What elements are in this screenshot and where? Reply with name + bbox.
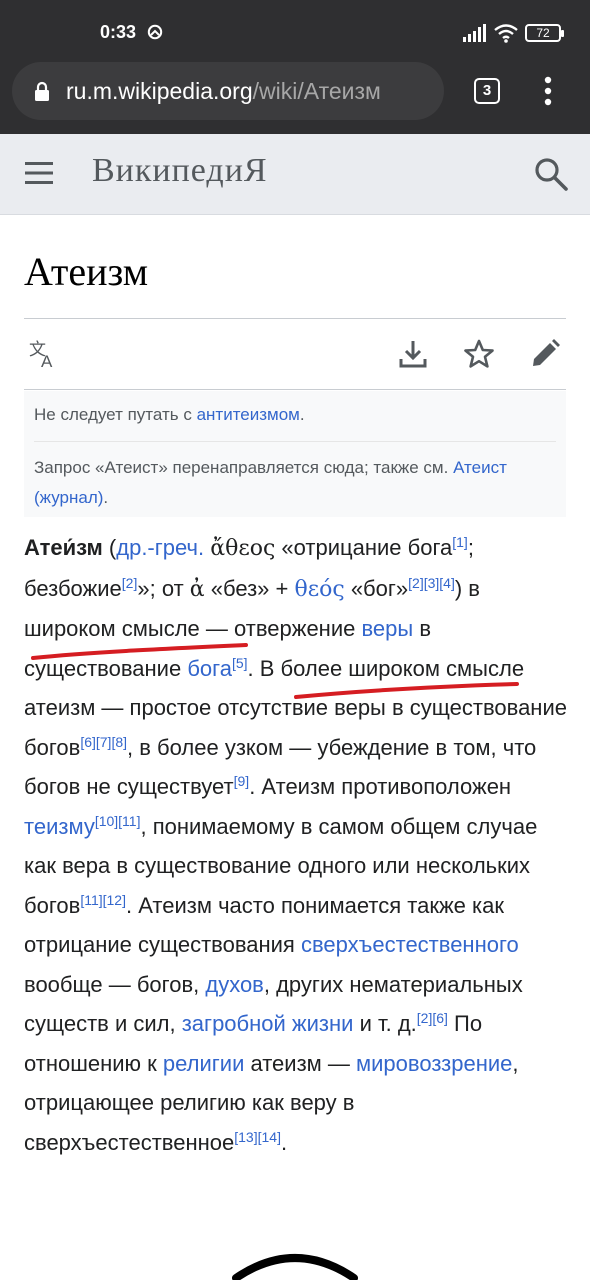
divider	[34, 441, 556, 442]
ref-link[interactable]: [11][12]	[80, 892, 126, 908]
hatnote-line: Запрос «Атеист» перенаправляется сюда; т…	[34, 458, 507, 507]
link-ancient-greek[interactable]: др.-греч.	[116, 535, 204, 560]
svg-text:A: A	[41, 352, 53, 370]
article-paragraph: Атеи́зм (др.-греч. ἄθεος «отрицание бога…	[24, 534, 567, 1155]
ref-link[interactable]: [2][6]	[417, 1010, 448, 1026]
ref-link[interactable]: [9]	[234, 773, 250, 789]
ref-link[interactable]: [1]	[452, 534, 468, 550]
link-religion[interactable]: религии	[163, 1051, 244, 1076]
tabs-icon[interactable]: 3	[474, 78, 500, 104]
lock-icon	[35, 81, 49, 101]
ref-link[interactable]: [2][3][4]	[408, 575, 455, 591]
browser-toolbar: ru.m.wikipedia.org/wiki/Атеизм 3	[0, 62, 590, 134]
link-theism[interactable]: теизму	[24, 814, 95, 839]
alarm-icon	[147, 24, 163, 40]
wifi-icon	[494, 24, 518, 43]
ref-link[interactable]: [2]	[122, 575, 138, 591]
gesture-bar[interactable]	[232, 1244, 358, 1280]
signal-icon	[463, 24, 486, 42]
link-spirits[interactable]: духов	[205, 972, 264, 997]
language-icon[interactable]: 文 A	[28, 338, 60, 370]
status-bar: 0:33 72	[0, 0, 590, 62]
hatnote-line: Не следует путать с антитеизмом.	[34, 405, 305, 424]
link-faith[interactable]: веры	[361, 616, 413, 641]
search-icon[interactable]	[533, 156, 569, 192]
hatnote: Не следует путать с антитеизмом. Запрос …	[24, 391, 566, 517]
divider	[24, 318, 566, 319]
ref-link[interactable]: [6][7][8]	[80, 734, 127, 750]
ref-link[interactable]: [5]	[232, 655, 248, 671]
wiki-header: ВикипедиЯ	[0, 134, 590, 215]
link-theos[interactable]: θεός	[294, 577, 344, 602]
star-icon[interactable]	[463, 338, 495, 370]
link-supernatural[interactable]: сверхъестественного	[301, 932, 519, 957]
link-antitheism[interactable]: антитеизмом	[197, 405, 300, 424]
status-time: 0:33	[100, 22, 137, 42]
page-title: Атеизм	[24, 249, 149, 294]
wikipedia-logo[interactable]: ВикипедиЯ	[92, 152, 268, 190]
battery-icon: 72	[525, 24, 564, 42]
address-bar[interactable]: ru.m.wikipedia.org/wiki/Атеизм	[12, 62, 444, 120]
ref-link[interactable]: [10][11]	[95, 813, 141, 829]
link-god[interactable]: бога	[187, 656, 232, 681]
url-text[interactable]: ru.m.wikipedia.org/wiki/Атеизм	[66, 78, 381, 105]
menu-icon[interactable]	[25, 162, 53, 184]
link-afterlife[interactable]: загробной жизни	[182, 1011, 354, 1036]
link-worldview[interactable]: мировоззрение	[356, 1051, 512, 1076]
download-icon[interactable]	[397, 338, 429, 370]
more-vert-icon[interactable]	[540, 76, 556, 106]
edit-icon[interactable]	[529, 338, 561, 370]
divider	[24, 389, 566, 390]
ref-link[interactable]: [13][14]	[234, 1129, 281, 1145]
term-bold: Атеи́зм	[24, 535, 103, 560]
